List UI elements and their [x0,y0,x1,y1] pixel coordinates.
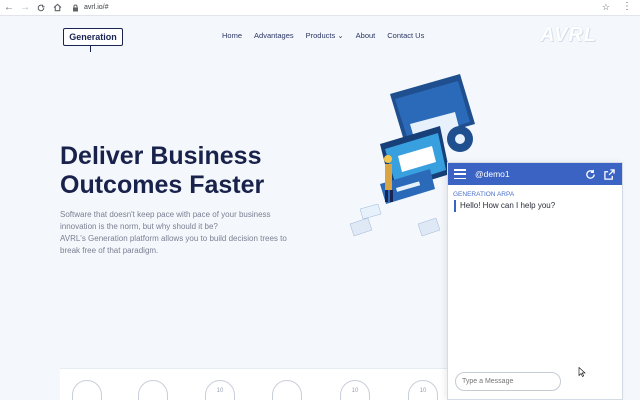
badge-label: 10 [419,388,427,394]
partner-badge: 10 [340,380,370,400]
chat-widget: @demo1 GENERATION ARPA Hello! How can I … [447,162,623,400]
badge-label: 10 [216,388,224,394]
hero-text-line-3: AVRL's Generation platform allows you to… [60,234,287,243]
hero-text-line-1: Software that doesn't keep pace with pac… [60,210,271,219]
avrl-brand-logo: AVRL [540,24,597,46]
chevron-down-icon: ⌄ [337,31,344,40]
hero-text-line-2: innovation is the norm, but why should i… [60,222,218,231]
popout-icon[interactable] [602,167,616,181]
forward-icon[interactable]: → [18,1,32,15]
nav-products[interactable]: Products ⌄ [306,31,344,40]
mouse-cursor-icon [578,367,586,377]
main-navigation: Home Advantages Products ⌄ About Contact… [222,31,424,40]
chat-username: @demo1 [475,169,510,179]
nav-contact[interactable]: Contact Us [387,31,424,40]
hero-text-line-4: break free of that paradigm. [60,246,159,255]
refresh-icon[interactable] [583,167,597,181]
logo-text: Generation [69,32,117,42]
home-icon[interactable] [50,1,64,15]
url-text: avrl.io/# [84,4,109,11]
browser-menu-icon[interactable]: ⋮ [622,1,632,12]
chat-message-input[interactable] [455,372,561,391]
partner-badge-icon [138,380,168,400]
hero-title-line-2: Outcomes Faster [60,171,265,199]
partner-badge: 10 [205,380,235,400]
hamburger-menu-icon[interactable] [454,169,466,179]
reload-icon[interactable] [34,1,48,15]
partner-badge-icon [272,380,302,400]
nav-home[interactable]: Home [222,31,242,40]
chat-sender-label: GENERATION ARPA [453,191,515,198]
partner-badge: 10 [408,380,438,400]
partner-badge-icon [72,380,102,400]
site-logo[interactable]: Generation [63,28,123,46]
lock-icon [72,4,80,12]
browser-toolbar: ← → avrl.io/# ☆ ⋮ [0,0,640,16]
badge-label: 10 [351,388,359,394]
address-bar[interactable]: avrl.io/# [72,2,612,14]
partner-logos-strip: 10 10 10 [60,368,448,400]
hero-description: Software that doesn't keep pace with pac… [60,209,330,257]
logo-decoration [90,46,94,52]
nav-products-label: Products [305,31,336,40]
hero-title-line-1: Deliver Business [60,142,262,170]
back-icon[interactable]: ← [2,1,16,15]
bookmark-star-icon[interactable]: ☆ [602,2,610,13]
nav-advantages[interactable]: Advantages [254,31,294,40]
hero-title: Deliver Business Outcomes Faster [60,142,360,200]
chat-message: Hello! How can I help you? [454,200,622,212]
chat-header: @demo1 [448,163,622,185]
nav-about[interactable]: About [356,31,376,40]
